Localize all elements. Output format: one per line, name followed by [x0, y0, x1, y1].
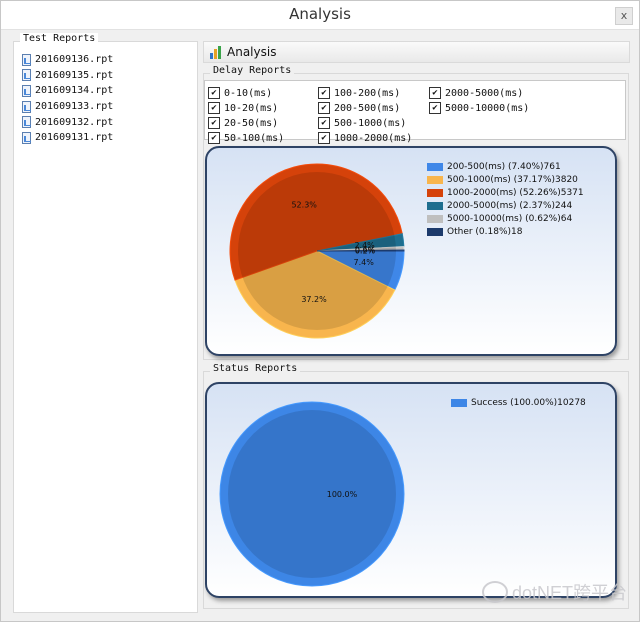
pie-slice-label: 7.4%: [354, 258, 375, 267]
filter-checkbox-10-20[interactable]: ✔ 10-20(ms): [208, 102, 278, 114]
checkbox-check-icon: ✔: [318, 117, 330, 129]
report-file-name: 201609131.rpt: [35, 132, 114, 144]
filter-checkbox-50-100[interactable]: ✔ 50-100(ms): [208, 132, 284, 144]
legend-swatch: [427, 215, 443, 223]
status-pie-chart-panel: 100.0% Success (100.00%)10278: [205, 382, 617, 598]
checkbox-check-icon: ✔: [208, 117, 220, 129]
delay-filter-area: ✔ 0-10(ms) ✔ 10-20(ms) ✔ 20-50(ms) ✔ 50-100(…: [204, 80, 626, 144]
legend-swatch: [451, 399, 467, 407]
filter-checkbox-5000-10000[interactable]: ✔ 5000-10000(ms): [429, 102, 529, 114]
checkbox-check-icon: ✔: [318, 102, 330, 114]
legend-label: 500-1000(ms) (37.17%)3820: [447, 175, 578, 185]
legend-item: 500-1000(ms) (37.17%)3820: [427, 175, 578, 185]
report-file-icon: [22, 116, 31, 129]
report-file-item[interactable]: 201609131.rpt: [22, 130, 113, 146]
filter-label: 0-10(ms): [224, 87, 273, 99]
report-file-icon: [22, 53, 31, 66]
checkbox-check-icon: ✔: [208, 102, 220, 114]
legend-item: 2000-5000(ms) (2.37%)244: [427, 201, 572, 211]
legend-label: 2000-5000(ms) (2.37%)244: [447, 201, 573, 211]
report-file-item[interactable]: 201609136.rpt: [22, 52, 113, 68]
legend-swatch: [427, 228, 443, 236]
legend-label: Success (100.00%)10278: [471, 398, 586, 408]
report-file-icon: [22, 84, 31, 97]
test-reports-panel: Test Reports 201609136.rpt 201609135.rpt…: [13, 33, 198, 613]
checkbox-check-icon: ✔: [208, 87, 220, 99]
analysis-button-label: Analysis: [227, 45, 277, 59]
pie-inner-shade: [228, 410, 396, 578]
title-bar: Analysis x: [1, 1, 639, 30]
checkbox-check-icon: ✔: [318, 87, 330, 99]
analysis-window: Analysis x Test Reports 201609136.rpt 20…: [0, 0, 640, 622]
report-file-item[interactable]: 201609132.rpt: [22, 114, 113, 130]
filter-label: 50-100(ms): [224, 132, 285, 144]
status-pie-chart: 100.0%: [219, 401, 405, 587]
test-reports-title: Test Reports: [20, 33, 99, 44]
legend-label: Other (0.18%)18: [447, 227, 523, 237]
report-file-icon: [22, 131, 31, 144]
legend-swatch: [427, 202, 443, 210]
legend-item: 200-500(ms) (7.40%)761: [427, 162, 561, 172]
legend-swatch: [427, 163, 443, 171]
report-file-list: 201609136.rpt 201609135.rpt 201609134.rp…: [22, 52, 113, 146]
window-title: Analysis: [289, 5, 351, 23]
legend-item: Other (0.18%)18: [427, 227, 522, 237]
report-file-name: 201609136.rpt: [35, 54, 114, 66]
filter-checkbox-2000-5000[interactable]: ✔ 2000-5000(ms): [429, 87, 523, 99]
filter-label: 1000-2000(ms): [334, 132, 413, 144]
checkbox-check-icon: ✔: [208, 132, 220, 144]
pie-slice-label: 100.0%: [327, 490, 358, 499]
filter-checkbox-0-10[interactable]: ✔ 0-10(ms): [208, 87, 272, 99]
filter-checkbox-20-50[interactable]: ✔ 20-50(ms): [208, 117, 278, 129]
report-file-name: 201609133.rpt: [35, 101, 114, 113]
filter-label: 20-50(ms): [224, 117, 279, 129]
report-file-name: 201609132.rpt: [35, 116, 114, 128]
report-file-name: 201609135.rpt: [35, 69, 114, 81]
filter-checkbox-1000-2000[interactable]: ✔ 1000-2000(ms): [318, 132, 412, 144]
checkbox-check-icon: ✔: [429, 102, 441, 114]
filter-label: 200-500(ms): [334, 102, 401, 114]
legend-swatch: [427, 176, 443, 184]
checkbox-check-icon: ✔: [318, 132, 330, 144]
legend-item: Success (100.00%)10278: [451, 398, 586, 408]
filter-label: 10-20(ms): [224, 102, 279, 114]
watermark: dotNET跨平台: [481, 579, 627, 605]
report-file-icon: [22, 69, 31, 82]
filter-label: 5000-10000(ms): [445, 102, 530, 114]
analysis-button[interactable]: Analysis: [209, 43, 276, 61]
filter-checkbox-200-500[interactable]: ✔ 200-500(ms): [318, 102, 400, 114]
legend-item: 5000-10000(ms) (0.62%)64: [427, 214, 572, 224]
delay-reports-group: Delay Reports ✔ 0-10(ms) ✔ 10-20(ms) ✔ 20-5…: [203, 65, 629, 360]
status-reports-title: Status Reports: [210, 363, 301, 374]
pie-slice-label: 52.3%: [291, 201, 317, 210]
legend-label: 200-500(ms) (7.40%)761: [447, 162, 561, 172]
filter-label: 500-1000(ms): [334, 117, 407, 129]
toolbar: Analysis: [203, 41, 630, 63]
filter-checkbox-500-1000[interactable]: ✔ 500-1000(ms): [318, 117, 406, 129]
legend-label: 5000-10000(ms) (0.62%)64: [447, 214, 573, 224]
report-file-item[interactable]: 201609135.rpt: [22, 68, 113, 84]
report-file-name: 201609134.rpt: [35, 85, 114, 97]
delay-pie-chart-panel: 7.4% 37.2% 52.3% 2.4% 0.6% 0.2% 200-500(ms) (…: [205, 146, 617, 356]
delay-reports-title: Delay Reports: [210, 65, 295, 76]
legend-swatch: [427, 189, 443, 197]
watermark-text: dotNET跨平台: [511, 583, 627, 603]
filter-label: 100-200(ms): [334, 87, 401, 99]
close-button[interactable]: x: [615, 7, 633, 25]
status-reports-group: Status Reports 100.0% Success (100.00%)1…: [203, 363, 629, 609]
chat-bubble-icon: [481, 581, 508, 603]
filter-label: 2000-5000(ms): [445, 87, 524, 99]
report-file-icon: [22, 100, 31, 113]
filter-checkbox-100-200[interactable]: ✔ 100-200(ms): [318, 87, 400, 99]
report-file-item[interactable]: 201609134.rpt: [22, 83, 113, 99]
report-file-item[interactable]: 201609133.rpt: [22, 99, 113, 115]
pie-slice-label: 37.2%: [301, 295, 327, 304]
pie-slice-label: 0.2%: [355, 247, 376, 256]
checkbox-check-icon: ✔: [429, 87, 441, 99]
bar-chart-icon: [209, 45, 223, 59]
legend-item: 1000-2000(ms) (52.26%)5371: [427, 188, 584, 198]
legend-label: 1000-2000(ms) (52.26%)5371: [447, 188, 584, 198]
